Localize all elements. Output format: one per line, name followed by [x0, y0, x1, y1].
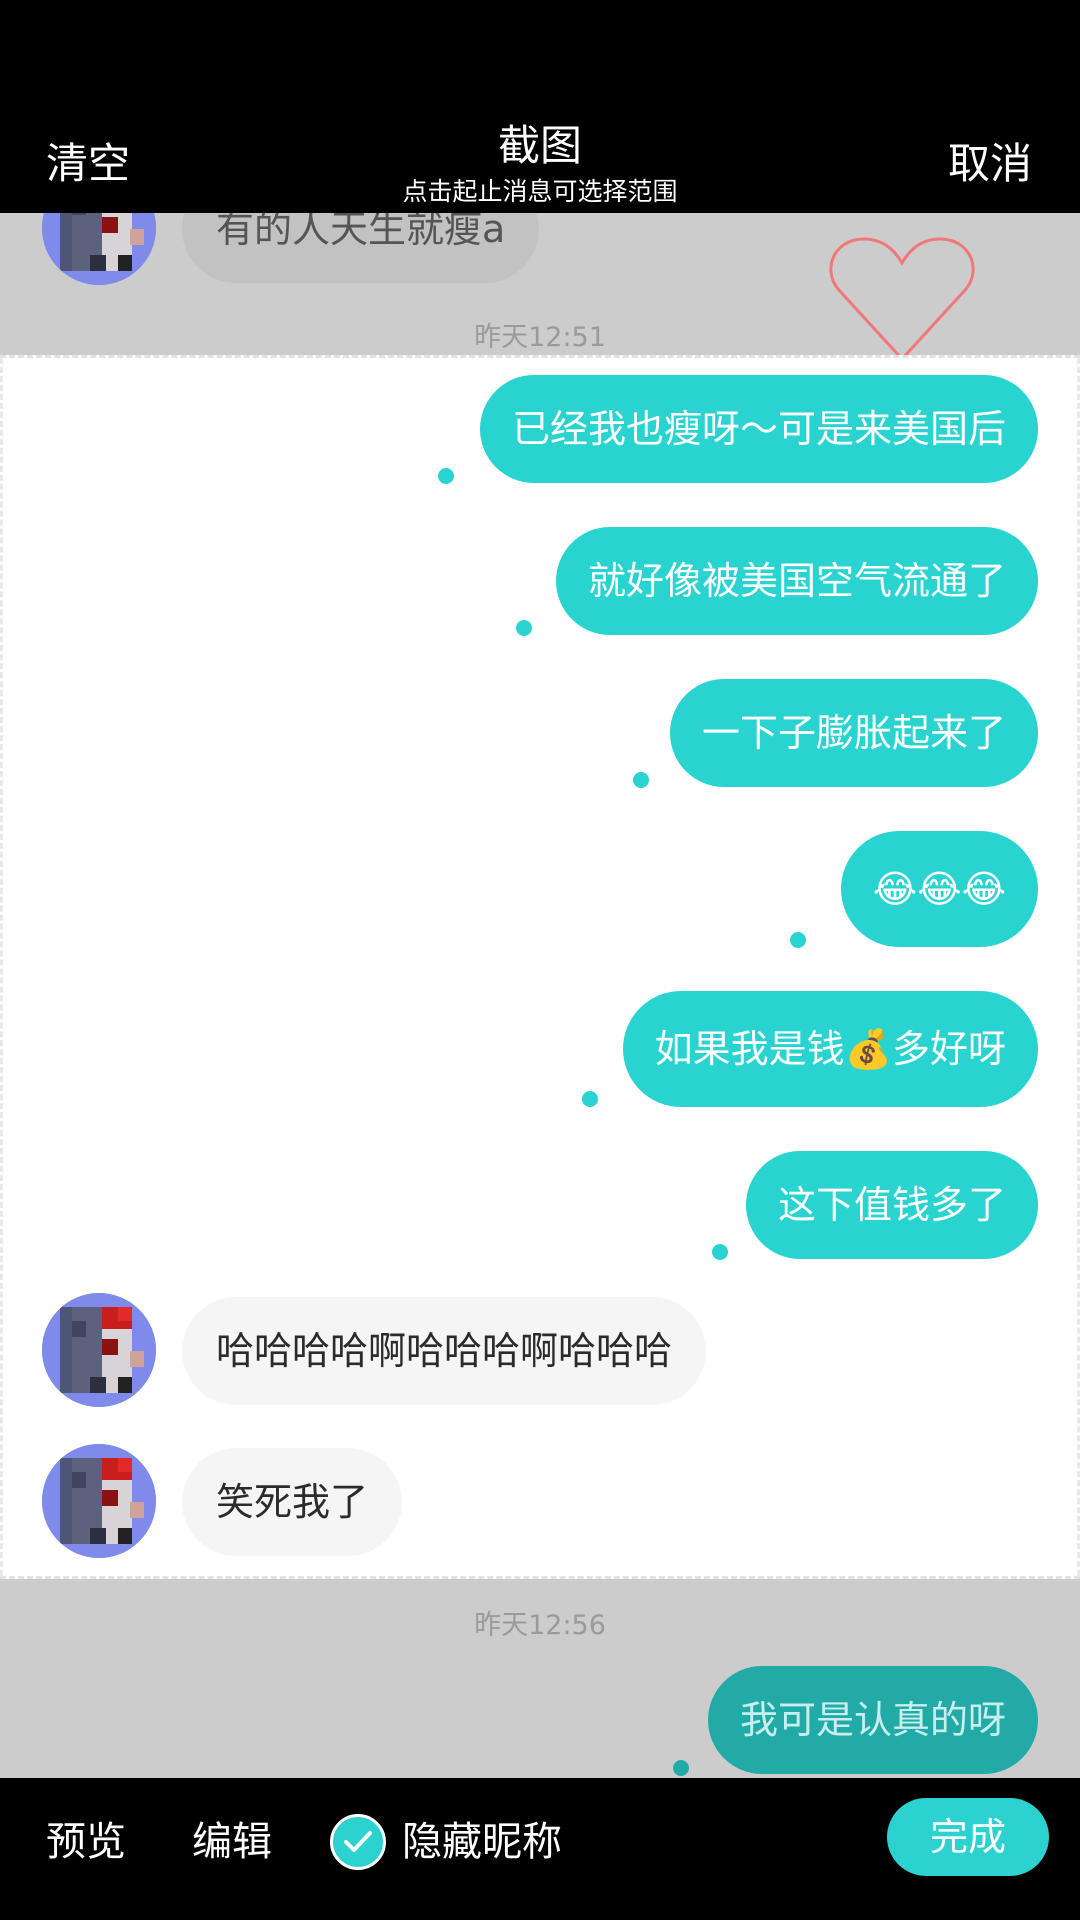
done-button[interactable]: 完成: [887, 1798, 1049, 1876]
bubble-tail: [712, 1244, 728, 1260]
hide-nickname-checkbox[interactable]: [330, 1814, 386, 1870]
chat-area[interactable]: 有的人天生就瘦a 昨天12:51 已经我也瘦呀～可是来美国后 就好像被美国空气流…: [0, 213, 1080, 1778]
bubble-tail: [582, 1091, 598, 1107]
bubble-tail: [790, 932, 806, 948]
message-bubble-outgoing[interactable]: 如果我是钱💰多好呀: [622, 991, 1038, 1107]
contact-avatar[interactable]: [42, 1293, 156, 1407]
checkmark-icon: [344, 1831, 372, 1852]
cancel-button[interactable]: 取消: [948, 130, 1032, 191]
selected-range[interactable]: 已经我也瘦呀～可是来美国后 就好像被美国空气流通了 一下子膨胀起来了 😂😂😂 如…: [0, 355, 1080, 1579]
bubble-tail: [673, 1760, 689, 1776]
pixelated-avatar-icon: [42, 213, 156, 285]
message-bubble-outgoing[interactable]: 就好像被美国空气流通了: [555, 527, 1038, 635]
bubble-tail: [438, 468, 454, 484]
pixelated-avatar-icon: [42, 1293, 156, 1407]
message-bubble-outgoing[interactable]: 这下值钱多了: [745, 1151, 1038, 1259]
contact-avatar[interactable]: [42, 213, 156, 285]
pixelated-avatar-icon: [42, 1444, 156, 1558]
message-bubble-outgoing[interactable]: 已经我也瘦呀～可是来美国后: [479, 375, 1038, 483]
hide-nickname-label[interactable]: 隐藏昵称: [402, 1812, 562, 1872]
screenshot-header: 清空 截图 点击起止消息可选择范围 取消: [0, 0, 1080, 213]
page-title: 截图: [497, 121, 582, 170]
message-bubble-outgoing[interactable]: 一下子膨胀起来了: [669, 679, 1038, 787]
message-bubble-outgoing[interactable]: 😂😂😂: [840, 831, 1038, 947]
message-bubble-incoming[interactable]: 哈哈哈哈啊哈哈哈啊哈哈哈: [182, 1297, 707, 1405]
preview-button[interactable]: 预览: [46, 1812, 126, 1872]
message-bubble-outgoing[interactable]: 我可是认真的呀: [707, 1666, 1038, 1774]
message-bubble-incoming[interactable]: 有的人天生就瘦a: [182, 213, 540, 283]
message-bubble-incoming[interactable]: 笑死我了: [182, 1448, 403, 1556]
screenshot-toolbar: 预览 编辑 隐藏昵称 完成: [0, 1778, 1080, 1920]
edit-button[interactable]: 编辑: [192, 1812, 272, 1872]
timestamp: 昨天12:56: [474, 1610, 606, 1641]
timestamp: 昨天12:51: [474, 322, 606, 353]
contact-avatar[interactable]: [42, 1444, 156, 1558]
page-subtitle: 点击起止消息可选择范围: [402, 177, 678, 206]
bubble-tail: [633, 772, 649, 788]
bubble-tail: [516, 620, 532, 636]
